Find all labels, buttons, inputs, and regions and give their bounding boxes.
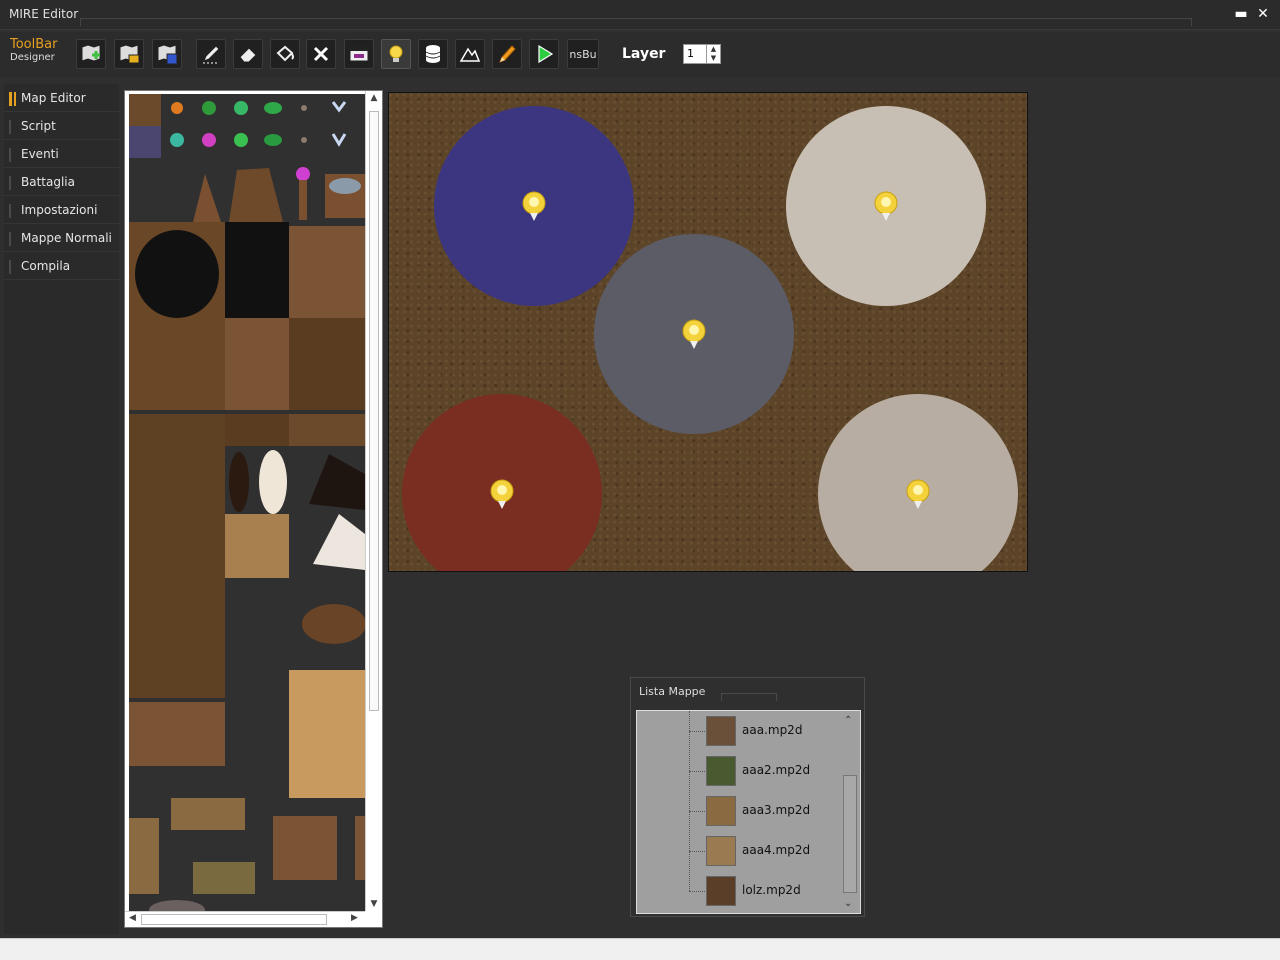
light-bulb-icon[interactable] — [873, 191, 899, 223]
map-list-scrollbar[interactable]: ⌃ ⌄ — [842, 713, 858, 911]
spinner-arrows[interactable]: ▲ ▼ — [706, 45, 720, 63]
scroll-left-icon[interactable]: ◀ — [129, 913, 136, 923]
window-title: MIRE Editor — [9, 7, 79, 21]
sidebar-item-eventi[interactable]: Eventi — [4, 140, 119, 168]
ns-button[interactable]: nsBu — [567, 39, 599, 69]
close-window-button[interactable]: ✕ — [1254, 5, 1272, 23]
map-list-item-label: aaa.mp2d — [742, 723, 803, 737]
light-bulb-icon[interactable] — [521, 191, 547, 223]
map-thumbnail — [706, 836, 736, 866]
tileset-canvas[interactable] — [129, 94, 365, 914]
event-layer-icon — [349, 46, 369, 62]
draw-pencil-icon — [499, 45, 516, 63]
map-list-item-label: aaa3.mp2d — [742, 803, 811, 817]
delete-button[interactable] — [306, 39, 336, 69]
layer-spinner[interactable]: 1 ▲ ▼ — [683, 44, 721, 64]
map-list-tree[interactable]: aaa.mp2d aaa2.mp2d aaa3.mp2d aaa4.mp2d l — [636, 710, 861, 914]
new-map-icon — [81, 44, 101, 62]
scroll-thumb[interactable] — [843, 775, 857, 893]
map-list-item[interactable]: aaa2.mp2d — [689, 755, 839, 787]
database-icon — [425, 45, 441, 63]
map-thumbnail — [706, 716, 736, 746]
title-divider — [80, 18, 1192, 26]
play-icon — [538, 44, 554, 64]
draw-pencil-button[interactable] — [492, 39, 522, 69]
layer-value: 1 — [687, 47, 694, 60]
map-list-title: Lista Mappe — [639, 685, 706, 698]
map-list-tab-line — [721, 693, 777, 701]
open-map-button[interactable] — [114, 39, 144, 69]
layer-label: Layer — [622, 46, 666, 62]
toolbar: ToolBar Designer nsBu Layer 1 ▲ ▼ — [0, 32, 1280, 77]
mountain-icon — [459, 47, 481, 62]
light-bulb-icon[interactable] — [489, 479, 515, 511]
map-thumbnail — [706, 796, 736, 826]
fill-bucket-icon — [276, 45, 294, 62]
open-map-icon — [119, 44, 140, 64]
new-map-button[interactable] — [76, 39, 106, 69]
toolbar-brand: ToolBar Designer — [10, 38, 57, 64]
sidebar-item-impostazioni[interactable]: Impostazioni — [4, 196, 119, 224]
fill-bucket-button[interactable] — [270, 39, 300, 69]
tileset-vertical-scrollbar[interactable]: ▲ ▼ — [365, 91, 382, 911]
scroll-up-icon[interactable]: ▲ — [366, 93, 382, 103]
map-list-panel: Lista Mappe aaa.mp2d aaa2.mp2d aaa3.mp2d — [630, 677, 865, 917]
tileset-horizontal-scrollbar[interactable]: ◀ ▶ — [125, 911, 365, 927]
light-bulb-icon[interactable] — [681, 319, 707, 351]
sidebar-item-battaglia[interactable]: Battaglia — [4, 168, 119, 196]
eraser-button[interactable] — [233, 39, 263, 69]
pencil-button[interactable] — [196, 39, 226, 69]
light-bulb-icon[interactable] — [905, 479, 931, 511]
mountain-button[interactable] — [455, 39, 485, 69]
mire-editor-window: MIRE Editor ▬ ✕ ToolBar Designer nsBu La… — [0, 0, 1280, 960]
sidebar-item-script[interactable]: Script — [4, 112, 119, 140]
map-list-item-label: aaa2.mp2d — [742, 763, 811, 777]
toolbar-brand-title: ToolBar — [10, 37, 58, 52]
map-thumbnail — [706, 756, 736, 786]
sidebar-item-map-editor[interactable]: Map Editor — [4, 84, 119, 112]
scroll-down-icon[interactable]: ⌄ — [844, 898, 852, 909]
sidebar-item-mappe-normali[interactable]: Mappe Normali — [4, 224, 119, 252]
map-list-item[interactable]: lolz.mp2d — [689, 875, 839, 907]
eraser-icon — [239, 47, 257, 63]
save-map-icon — [157, 44, 178, 65]
scroll-thumb[interactable] — [369, 111, 379, 711]
scroll-down-icon[interactable]: ▼ — [366, 899, 382, 909]
scroll-up-icon[interactable]: ⌃ — [844, 715, 852, 726]
sidebar-item-compila[interactable]: Compila — [4, 252, 119, 280]
event-layer-button[interactable] — [344, 39, 374, 69]
database-button[interactable] — [418, 39, 448, 69]
minimize-button[interactable]: ▬ — [1232, 5, 1250, 23]
tileset-image — [129, 94, 365, 914]
flower-tiles — [170, 101, 347, 147]
title-bar: MIRE Editor ▬ ✕ — [0, 0, 1280, 30]
pencil-icon — [203, 45, 220, 64]
map-canvas[interactable] — [388, 92, 1028, 572]
light-button[interactable] — [381, 39, 411, 69]
map-thumbnail — [706, 876, 736, 906]
map-list-item-label: aaa4.mp2d — [742, 843, 811, 857]
play-button[interactable] — [529, 39, 559, 69]
map-list-item-label: lolz.mp2d — [742, 883, 801, 897]
map-list-item[interactable]: aaa3.mp2d — [689, 795, 839, 827]
light-bulb-icon — [389, 45, 403, 62]
save-map-button[interactable] — [152, 39, 182, 69]
tileset-panel: ▲ ▼ ◀ ▶ — [124, 90, 383, 928]
scroll-thumb-horizontal[interactable] — [141, 914, 327, 925]
scroll-right-icon[interactable]: ▶ — [351, 913, 358, 923]
sidebar-nav: Map Editor Script Eventi Battaglia Impos… — [4, 84, 119, 934]
map-list-item[interactable]: aaa4.mp2d — [689, 835, 839, 867]
map-list-item[interactable]: aaa.mp2d — [689, 715, 839, 747]
toolbar-brand-subtitle: Designer — [10, 52, 55, 63]
delete-icon — [313, 46, 329, 62]
status-bar — [0, 938, 1280, 960]
